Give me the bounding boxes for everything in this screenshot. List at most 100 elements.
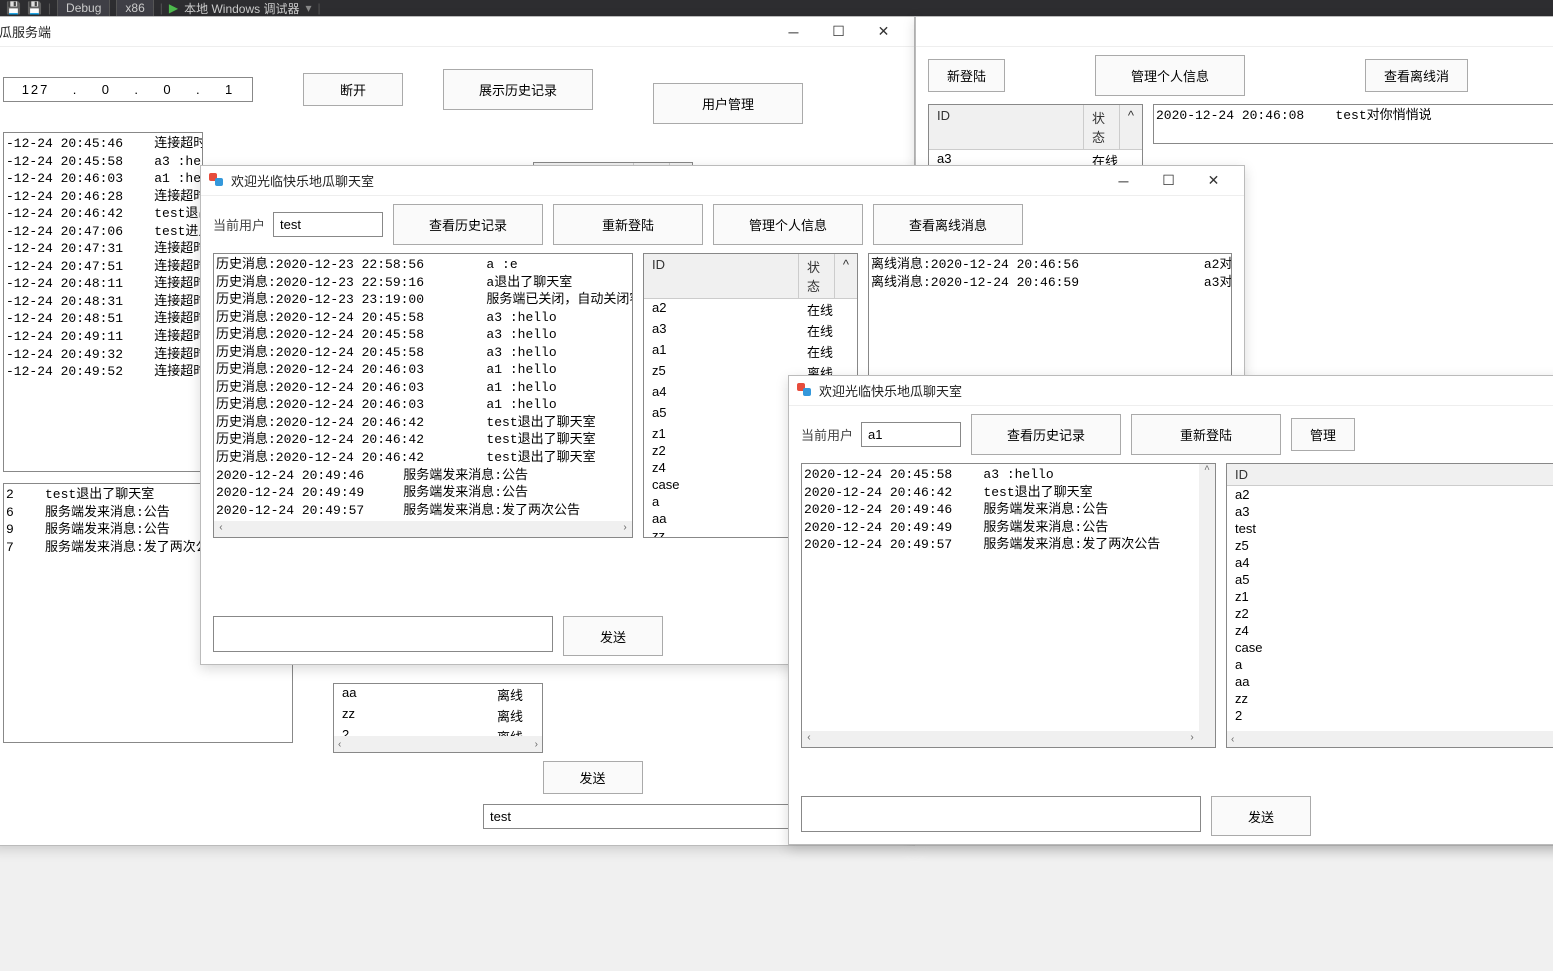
table-row[interactable]: case bbox=[1227, 639, 1553, 656]
send-button[interactable]: 发送 bbox=[543, 761, 643, 794]
saveall-icon[interactable]: 💾 bbox=[27, 1, 42, 15]
table-row[interactable]: a4 bbox=[1227, 554, 1553, 571]
server-log[interactable]: -12-24 20:45:46 连接超时，继续等待-12-24 20:45:58… bbox=[3, 132, 203, 472]
show-history-button[interactable]: 展示历史记录 bbox=[443, 69, 593, 110]
log-line: 历史消息:2020-12-24 20:46:42 test退出了聊天室 bbox=[216, 449, 630, 467]
log-line: 离线消息:2020-12-24 20:46:59 a3对你悄 bbox=[871, 274, 1229, 292]
log-line: -12-24 20:47:51 连接超时，继续 bbox=[6, 258, 200, 276]
client3-user-table[interactable]: ID 状态 ^ a3在线 bbox=[928, 104, 1143, 172]
table-row[interactable]: a2在线 bbox=[644, 299, 857, 320]
table-row[interactable]: a2 bbox=[1227, 486, 1553, 503]
table-row[interactable]: test bbox=[1227, 520, 1553, 537]
log-line: 2020-12-24 20:46:42 test退出了聊天室 bbox=[804, 484, 1213, 502]
table-row[interactable]: z4 bbox=[1227, 622, 1553, 639]
log-line: 2020-12-24 20:49:57 服务端发来消息:发了两次公告 bbox=[804, 536, 1213, 554]
th-id[interactable]: ID bbox=[1227, 464, 1553, 485]
minimize-button[interactable]: ─ bbox=[1101, 167, 1146, 195]
close-button[interactable]: ✕ bbox=[1191, 167, 1236, 195]
log-line: 2020-12-24 20:49:49 服务端发来消息:公告 bbox=[216, 484, 630, 502]
server-input[interactable] bbox=[483, 804, 793, 829]
table-row[interactable]: z5 bbox=[1227, 537, 1553, 554]
send-button[interactable]: 发送 bbox=[1211, 796, 1311, 836]
current-user-input[interactable] bbox=[861, 422, 961, 447]
table-row[interactable]: zz bbox=[1227, 690, 1553, 707]
log-line: 2020-12-24 20:49:46 服务端发来消息:公告 bbox=[804, 501, 1213, 519]
log-line: -12-24 20:45:46 连接超时，继续等待 bbox=[6, 135, 200, 153]
th-id[interactable]: ID bbox=[644, 254, 799, 298]
config-dropdown[interactable]: Debug bbox=[57, 0, 110, 17]
server-titlebar[interactable]: 瓜服务端 ─ ☐ ✕ bbox=[0, 17, 914, 47]
table-row[interactable]: a3 bbox=[1227, 503, 1553, 520]
client3-offline-log[interactable]: 2020-12-24 20:46:08 test对你悄悄说 bbox=[1153, 104, 1553, 144]
table-row[interactable]: 2 bbox=[1227, 707, 1553, 724]
table-row[interactable]: zz离线 bbox=[334, 705, 542, 726]
client1-title: 欢迎光临快乐地瓜聊天室 bbox=[231, 171, 1101, 190]
history-button[interactable]: 查看历史记录 bbox=[971, 414, 1121, 455]
log-line: -12-24 20:45:58 a3 :hello bbox=[6, 153, 200, 171]
message-input[interactable] bbox=[213, 616, 553, 652]
message-input[interactable] bbox=[801, 796, 1201, 832]
table-row[interactable]: z2 bbox=[1227, 605, 1553, 622]
th-status[interactable]: 状态 bbox=[799, 254, 835, 298]
client1-titlebar[interactable]: 欢迎光临快乐地瓜聊天室 ─ ☐ ✕ bbox=[201, 166, 1244, 196]
profile-button[interactable]: 管理个人信息 bbox=[1095, 55, 1245, 96]
th-id[interactable]: ID bbox=[929, 105, 1084, 149]
minimize-button[interactable]: ─ bbox=[771, 18, 816, 46]
current-user-label: 当前用户 bbox=[213, 215, 265, 234]
log-line: 历史消息:2020-12-24 20:45:58 a3 :hello bbox=[216, 326, 630, 344]
log-line: 离线消息:2020-12-24 20:46:56 a2对你悄 bbox=[871, 256, 1229, 274]
platform-dropdown[interactable]: x86 bbox=[116, 0, 153, 17]
log-line: 历史消息:2020-12-24 20:45:58 a3 :hello bbox=[216, 309, 630, 327]
log-line: 历史消息:2020-12-23 22:59:16 a退出了聊天室 bbox=[216, 274, 630, 292]
maximize-button[interactable]: ☐ bbox=[1146, 167, 1191, 195]
table-row[interactable]: a bbox=[1227, 656, 1553, 673]
current-user-input[interactable] bbox=[273, 212, 383, 237]
profile-button[interactable]: 管理个人信息 bbox=[713, 204, 863, 245]
th-status[interactable]: 状态 bbox=[1084, 105, 1120, 149]
relogin-button[interactable]: 新登陆 bbox=[928, 59, 1005, 92]
client2-user-table[interactable]: ID a2a3testz5a4a5z1z2z4caseaaazz2 ‹› bbox=[1226, 463, 1553, 748]
relogin-button[interactable]: 重新登陆 bbox=[553, 204, 703, 245]
client2-window: 欢迎光临快乐地瓜聊天室 当前用户 查看历史记录 重新登陆 管理 2020-12-… bbox=[788, 375, 1553, 845]
log-line: -12-24 20:49:32 连接超时，继续 bbox=[6, 346, 200, 364]
play-icon[interactable]: ▶ bbox=[169, 1, 178, 15]
save-icon[interactable]: 💾 bbox=[6, 1, 21, 15]
log-line: -12-24 20:48:51 连接超时，继续 bbox=[6, 310, 200, 328]
profile-button[interactable]: 管理 bbox=[1291, 418, 1355, 451]
log-line: 2020-12-24 20:45:58 a3 :hello bbox=[804, 466, 1213, 484]
table-row[interactable]: aa bbox=[1227, 673, 1553, 690]
send-button[interactable]: 发送 bbox=[563, 616, 663, 656]
vs-toolbar: 💾 💾 | Debug x86 | ▶ 本地 Windows 调试器 ▾ | bbox=[0, 0, 1553, 16]
maximize-button[interactable]: ☐ bbox=[816, 18, 861, 46]
log-line: 历史消息:2020-12-23 22:58:56 a :e bbox=[216, 256, 630, 274]
log-line: -12-24 20:47:06 test进入了聊天 bbox=[6, 223, 200, 241]
ip-input[interactable]: 127. 0. 0. 1 bbox=[3, 77, 253, 102]
close-button[interactable]: ✕ bbox=[861, 18, 906, 46]
current-user-label: 当前用户 bbox=[801, 425, 853, 444]
minimize-button[interactable]: ─ bbox=[1541, 18, 1553, 46]
user-mgmt-button[interactable]: 用户管理 bbox=[653, 83, 803, 124]
table-row[interactable]: a3在线 bbox=[644, 320, 857, 341]
client2-chat-log[interactable]: 2020-12-24 20:45:58 a3 :hello2020-12-24 … bbox=[801, 463, 1216, 748]
client2-title: 欢迎光临快乐地瓜聊天室 bbox=[819, 381, 1553, 400]
offline-button[interactable]: 查看离线消息 bbox=[873, 204, 1023, 245]
log-line: 历史消息:2020-12-23 23:19:00 服务端已关闭，自动关闭客户端 bbox=[216, 291, 630, 309]
table-row[interactable]: a1在线 bbox=[644, 341, 857, 362]
log-line: 历史消息:2020-12-24 20:45:58 a3 :hello bbox=[216, 344, 630, 362]
table-row[interactable]: aa离线 bbox=[334, 684, 542, 705]
log-line: -12-24 20:46:28 连接超时，继续 bbox=[6, 188, 200, 206]
debugger-dropdown[interactable]: 本地 Windows 调试器 bbox=[184, 0, 299, 17]
server-user-table-bottom[interactable]: aa离线zz离线2离线 ‹› bbox=[333, 683, 543, 753]
disconnect-button[interactable]: 断开 bbox=[303, 73, 403, 106]
table-row[interactable]: a5 bbox=[1227, 571, 1553, 588]
relogin-button[interactable]: 重新登陆 bbox=[1131, 414, 1281, 455]
log-line: 2020-12-24 20:49:57 服务端发来消息:发了两次公告 bbox=[216, 502, 630, 520]
table-row[interactable]: z1 bbox=[1227, 588, 1553, 605]
offline-button[interactable]: 查看离线消 bbox=[1365, 59, 1468, 92]
client2-titlebar[interactable]: 欢迎光临快乐地瓜聊天室 bbox=[789, 376, 1553, 406]
client1-chat-log[interactable]: 历史消息:2020-12-23 22:58:56 a :e历史消息:2020-1… bbox=[213, 253, 633, 538]
client3-titlebar[interactable]: ─ bbox=[916, 17, 1553, 47]
history-button[interactable]: 查看历史记录 bbox=[393, 204, 543, 245]
server-title: 瓜服务端 bbox=[0, 22, 771, 41]
log-line: -12-24 20:46:03 a1 :hello bbox=[6, 170, 200, 188]
